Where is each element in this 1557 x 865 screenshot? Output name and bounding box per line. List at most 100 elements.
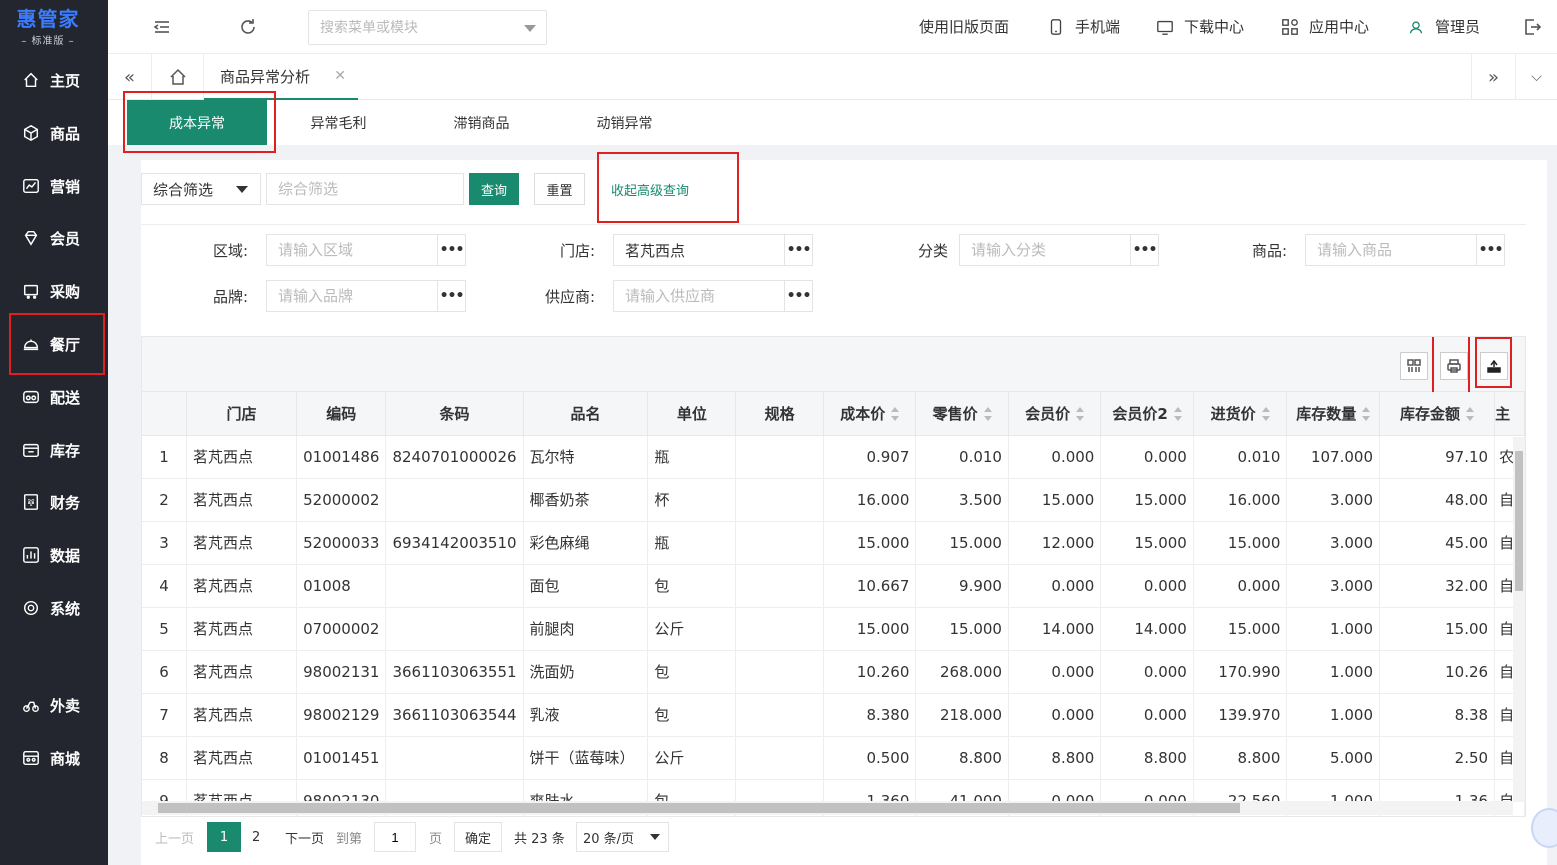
table-row[interactable]: 7 茗芃西点 98002129 3661103063544 乳液包 8.380 218.00… — [142, 693, 1525, 737]
scrollbar-thumb[interactable] — [1515, 451, 1523, 591]
analysis-subtabs: 成本异常 异常毛利 滞销商品 动销异常 — [108, 100, 1557, 145]
more-icon[interactable]: ••• — [437, 235, 465, 265]
table-cell: 3.000 — [1286, 564, 1380, 608]
more-icon[interactable]: ••• — [1476, 235, 1504, 265]
sort-icon[interactable] — [1362, 407, 1371, 422]
column-header[interactable]: 成本价 — [823, 392, 917, 436]
app-center-link[interactable]: 应用中心 — [1281, 16, 1369, 37]
supplier-field[interactable]: ••• — [613, 280, 813, 312]
table-row[interactable]: 6 茗芃西点 98002131 3661103063551 洗面奶包 10.260 268.… — [142, 650, 1525, 694]
sort-icon[interactable] — [1466, 407, 1475, 422]
page-2-button[interactable]: 2 — [252, 822, 260, 852]
subtab-slow-moving[interactable]: 滞销商品 — [410, 100, 553, 145]
logo: 惠管家 – 标准版 – — [0, 0, 108, 54]
sidebar-item-8[interactable]: 库存 — [0, 430, 108, 470]
mall-icon — [23, 750, 39, 766]
product-field[interactable]: ••• — [1305, 234, 1505, 266]
column-header: 主 — [1494, 392, 1525, 436]
column-header[interactable]: 零售价 — [915, 392, 1009, 436]
sidebar-item-13[interactable]: 商城 — [0, 738, 108, 778]
table-cell: 瓦尔特 — [523, 435, 649, 479]
table-cell: 8.800 — [1100, 736, 1194, 780]
sidebar-item-4[interactable]: 会员 — [0, 218, 108, 258]
more-icon[interactable]: ••• — [437, 281, 465, 311]
region-field[interactable]: ••• — [266, 234, 466, 266]
settings-icon — [23, 600, 39, 616]
table-cell: 面包 — [523, 564, 649, 608]
page-size-select[interactable]: 20 条/页 — [576, 822, 669, 852]
sort-icon[interactable] — [891, 407, 900, 422]
tabs-menu-chevron-icon[interactable]: ⌵ — [1515, 54, 1557, 100]
mobile-link[interactable]: 手机端 — [1047, 16, 1120, 37]
logout-icon[interactable] — [1522, 17, 1542, 37]
subtab-margin-exception[interactable]: 异常毛利 — [267, 100, 410, 145]
apps-icon — [1282, 18, 1298, 35]
filter-keyword-input[interactable] — [266, 173, 464, 205]
subtab-sales-exception[interactable]: 动销异常 — [553, 100, 696, 145]
table-cell: 6 — [142, 650, 187, 694]
table-cell: 139.970 — [1193, 693, 1288, 737]
scrollbar-thumb[interactable] — [158, 803, 1240, 813]
tabs-scroll-right-icon[interactable]: » — [1471, 54, 1515, 100]
old-page-link[interactable]: 使用旧版页面 — [919, 16, 1009, 37]
columns-icon[interactable] — [1400, 352, 1428, 380]
menu-search[interactable] — [308, 10, 547, 45]
product-input[interactable] — [1306, 235, 1476, 265]
more-icon[interactable]: ••• — [784, 235, 812, 265]
data-icon — [23, 547, 39, 563]
table-cell: 15.000 — [915, 607, 1009, 651]
category-field[interactable]: ••• — [959, 234, 1159, 266]
sidebar-item-3[interactable]: 营销 — [0, 166, 108, 206]
prev-page-button[interactable]: 上一页 — [155, 822, 194, 852]
goto-page-input[interactable] — [374, 822, 416, 852]
region-input[interactable] — [267, 235, 437, 265]
table-row[interactable]: 4 茗芃西点 01008 面包包 10.667 9.900 0.000 0.000 0.000 3… — [142, 564, 1525, 608]
column-header[interactable]: 库存金额 — [1379, 392, 1496, 436]
table-row[interactable]: 1 茗芃西点 01001486 8240701000026 瓦尔特瓶 0.907 0.010… — [142, 435, 1525, 479]
filter-type-select[interactable]: 综合筛选 — [141, 173, 261, 205]
sort-icon[interactable] — [1076, 407, 1085, 422]
download-center-link[interactable]: 下载中心 — [1156, 16, 1244, 37]
sidebar-item-11[interactable]: 系统 — [0, 588, 108, 628]
sidebar-item-9[interactable]: ¥ 财务 — [0, 482, 108, 522]
table-row[interactable]: 5 茗芃西点 07000002 前腿肉 公斤 15.000 15.000 14.000 14.0… — [142, 607, 1525, 651]
brand-field[interactable]: ••• — [266, 280, 466, 312]
sidebar-item-7[interactable]: 配送 — [0, 377, 108, 417]
sidebar-item-6[interactable]: 餐厅 — [9, 313, 105, 375]
vertical-scrollbar[interactable] — [1513, 437, 1525, 802]
category-input[interactable] — [960, 235, 1130, 265]
horizontal-scrollbar[interactable] — [142, 801, 1513, 815]
sidebar-item-10[interactable]: 数据 — [0, 535, 108, 575]
table-row[interactable]: 2 茗芃西点 52000002 椰香奶茶杯 16.000 3.500 15.000 15.00… — [142, 478, 1525, 522]
goto-confirm-button[interactable]: 确定 — [454, 822, 502, 852]
table-row[interactable]: 3 茗芃西点 52000033 6934142003510 彩色麻绳瓶 15.000 15.… — [142, 521, 1525, 565]
more-icon[interactable]: ••• — [1130, 235, 1158, 265]
sort-icon[interactable] — [983, 407, 992, 422]
page-1-button[interactable]: 1 — [207, 822, 241, 852]
sidebar-item-2[interactable]: 商品 — [0, 113, 108, 153]
table-row[interactable]: 8 茗芃西点 01001451 饼干（蓝莓味） 公斤 0.500 8.800 8.800 8.8… — [142, 736, 1525, 780]
sidebar-item-5[interactable]: 采购 — [0, 271, 108, 311]
sidebar-item-12[interactable]: 外卖 — [0, 685, 108, 725]
supplier-input[interactable] — [614, 281, 784, 311]
store-field[interactable]: ••• — [613, 234, 813, 266]
more-icon[interactable]: ••• — [784, 281, 812, 311]
reset-button[interactable]: 重置 — [534, 173, 585, 205]
sort-icon[interactable] — [1173, 407, 1182, 422]
admin-link[interactable]: 管理员 — [1407, 16, 1480, 37]
column-header[interactable]: 会员价2 — [1100, 392, 1194, 436]
brand-input[interactable] — [267, 281, 437, 311]
column-header[interactable]: 进货价 — [1193, 392, 1288, 436]
sort-icon[interactable] — [1261, 407, 1270, 422]
store-input[interactable] — [614, 235, 784, 265]
sidebar-item-1[interactable]: 主页 — [0, 60, 108, 100]
menu-collapse-icon[interactable] — [152, 17, 172, 37]
column-header[interactable]: 库存数量 — [1286, 392, 1380, 436]
query-button[interactable]: 查询 — [469, 173, 519, 205]
next-page-button[interactable]: 下一页 — [285, 822, 324, 852]
table-cell: 0.000 — [1100, 650, 1194, 694]
close-icon[interactable]: ✕ — [334, 68, 346, 84]
refresh-icon[interactable] — [238, 17, 258, 37]
column-header[interactable]: 会员价 — [1008, 392, 1102, 436]
menu-search-input[interactable] — [309, 11, 509, 44]
